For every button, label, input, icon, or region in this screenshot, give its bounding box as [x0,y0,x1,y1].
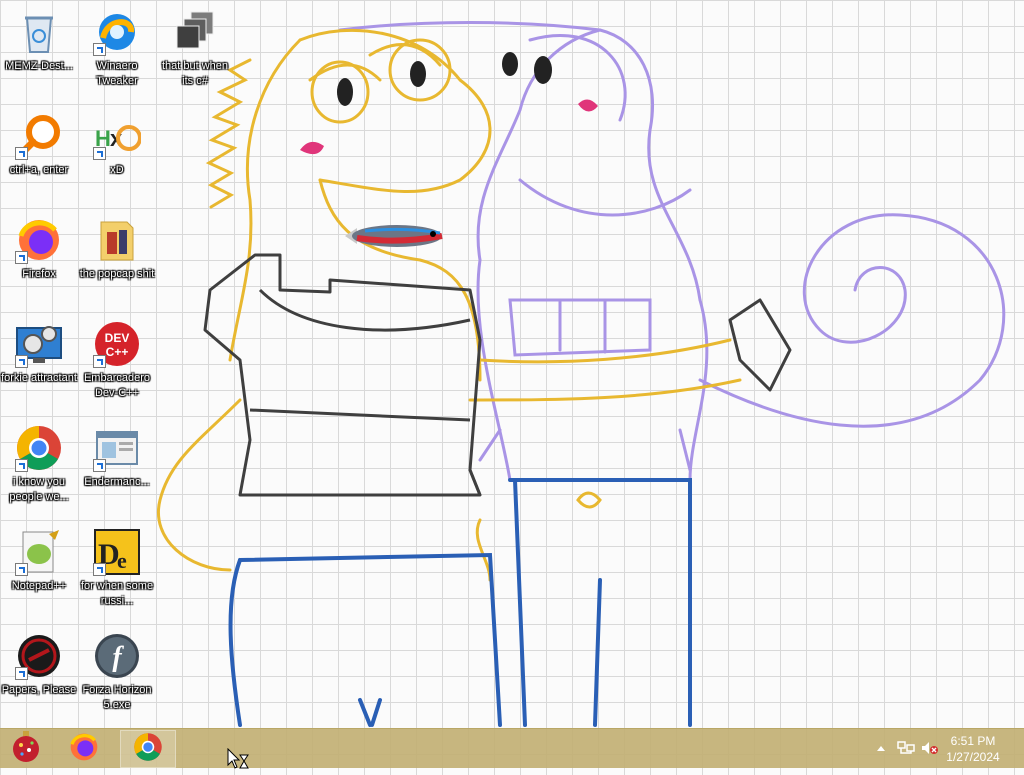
shortcut-arrow-icon [93,459,106,472]
dev-cpp-icon: DEV C++ [93,320,141,368]
purple-lizard-eye [502,52,518,76]
notepad-plus-plus-icon [15,528,63,576]
jeans-button [576,491,602,509]
desktop-icon-notepad-plus-plus[interactable]: Notepad++ [0,520,78,618]
desktop-icon-label: Embarcadero Dev-C++ [83,372,151,399]
busy-cursor-icon [227,747,251,775]
desktop-icon-label: that but when its c# [161,60,229,87]
firefox-icon [15,216,63,264]
desktop-icon-xd[interactable]: H x xD [78,104,156,202]
shortcut-arrow-icon [15,667,28,680]
desktop-icon-label: Winaero Tweaker [96,60,138,87]
desktop-icon-for-when-some-russi[interactable]: D e for when some russi... [78,520,156,618]
desktop-icon-that-but-when-its-csharp[interactable]: that but when its c# [156,0,234,98]
desktop-icon-label: for when some russi... [80,580,154,607]
papers-please-icon [15,632,63,680]
shortcut-arrow-icon [93,43,106,56]
ornament-start-icon [9,730,43,769]
shortcut-arrow-icon [93,147,106,160]
desktop-icon-label: forkie attractant [1,372,77,384]
monitor-gear-icon [15,320,63,368]
desktop-icon-endermanch[interactable]: Endermanc... [78,416,156,514]
shortcut-arrow-icon [15,459,28,472]
desktop-icon-label: the popcap shit [79,268,155,280]
svg-text:C++: C++ [106,345,129,359]
desktop-icon-label: Endermanc... [84,476,150,488]
start-button[interactable] [2,730,50,768]
grey-shirt [203,253,792,497]
desktop-icon-memz[interactable]: MEMZ-Dest... [0,0,78,98]
shortcut-arrow-icon [15,563,28,576]
window-app-icon [93,424,141,472]
clock-time: 6:51 PM [950,734,996,748]
desktop-icon-forkie-attractant[interactable]: forkie attractant [0,312,78,410]
volume-muted-icon[interactable] [921,741,939,755]
winaero-tweaker-icon [93,8,141,56]
flash-icon: f [93,632,141,680]
magnifier-app-icon [15,112,63,160]
hxd-hex-editor-icon: H x [93,112,142,160]
yellow-lizard-eye [337,78,353,106]
blue-jeans [228,478,692,727]
stacked-windows-icon [171,8,219,56]
desktop-icon-label: ctrl+a, enter [9,164,69,176]
desktop-icon-the-popcap-shit[interactable]: the popcap shit [78,208,156,306]
purple-lizard-eye [534,56,552,84]
desktop-icon-embarcadero-dev-cpp[interactable]: DEV C++ Embarcadero Dev-C++ [78,312,156,410]
desktop-icon-winaero-tweaker[interactable]: Winaero Tweaker [78,0,156,98]
firefox-icon [68,731,100,768]
shortcut-arrow-icon [15,251,28,264]
desktop-icon-label: MEMZ-Dest... [5,60,73,72]
recycle-bin-icon [15,8,63,56]
chevron-up-icon[interactable] [874,741,888,755]
svg-text:e: e [117,548,127,573]
taskbar: 6:51 PM 1/27/2024 [0,728,1024,768]
folder-icon [93,216,141,264]
desktop-icon-forza-horizon-5[interactable]: f Forza Horizon 5.exe [78,624,156,722]
desktop-icon-label: Forza Horizon 5.exe [82,684,152,711]
chrome-icon [15,424,63,472]
svg-text:DEV: DEV [105,331,130,345]
chrome-icon [133,732,163,767]
neon-tetra-icon [345,225,443,247]
desktop-icon-label: Papers, Please [1,684,77,696]
desktop-icon-label: xD [110,164,124,176]
yellow-lizard-eye [410,61,426,87]
desktop-icon-papers-please[interactable]: Papers, Please [0,624,78,722]
desktop-icon-i-know-you-people[interactable]: i know you people we... [0,416,78,514]
desktop-icon-label: i know you people we... [9,476,69,503]
desktop-icon-firefox[interactable]: Firefox [0,208,78,306]
desktop-icon-label: Firefox [22,268,56,280]
shortcut-arrow-icon [15,147,28,160]
shortcut-arrow-icon [15,355,28,368]
desktop-icon-label: Notepad++ [11,580,67,592]
clock-date: 1/27/2024 [946,750,1000,764]
de-app-icon: D e [93,528,141,576]
network-icon[interactable] [897,741,915,755]
shortcut-arrow-icon [93,355,106,368]
desktop-icon-ctrl-a-enter[interactable]: ctrl+a, enter [0,104,78,202]
taskbar-firefox-button[interactable] [60,730,108,768]
taskbar-clock[interactable]: 6:51 PM 1/27/2024 [938,733,1008,765]
shortcut-arrow-icon [93,563,106,576]
taskbar-chrome-button[interactable] [120,730,176,768]
